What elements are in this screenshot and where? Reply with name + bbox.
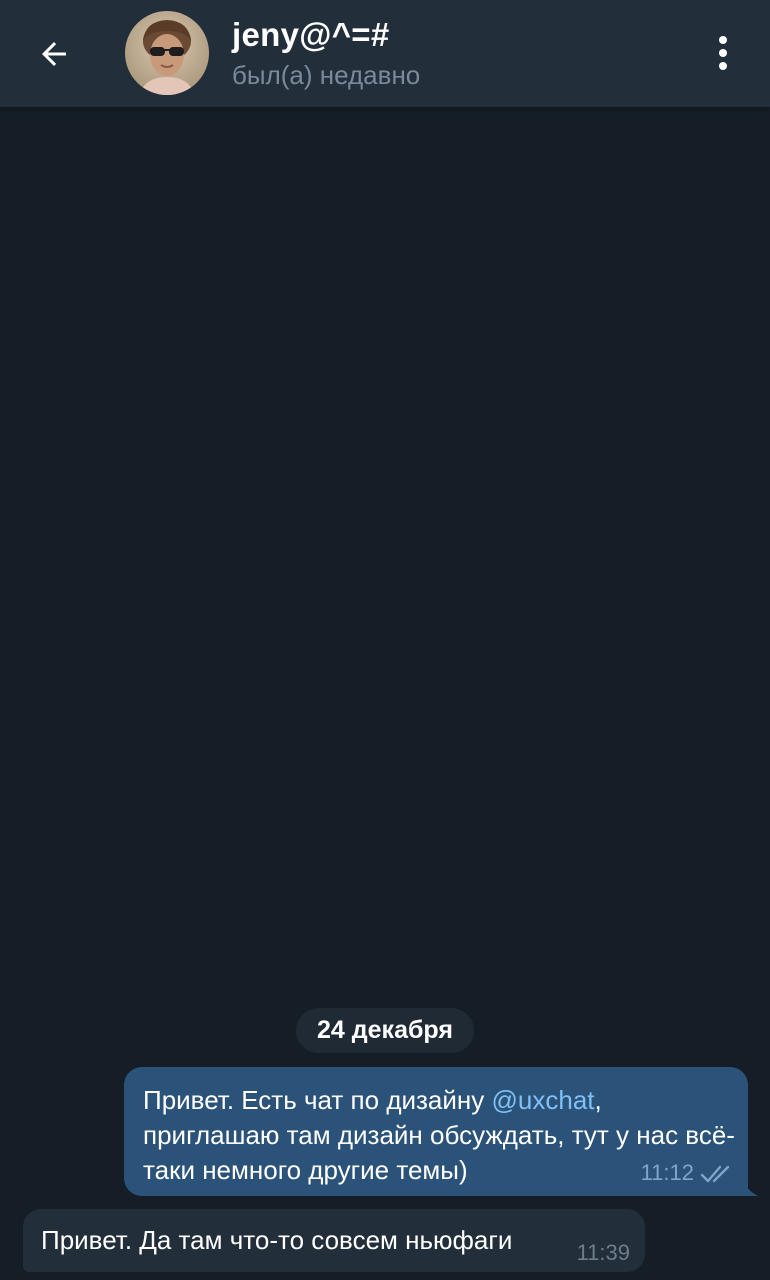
mention-link[interactable]: @uxchat bbox=[492, 1085, 595, 1115]
double-check-icon bbox=[700, 1165, 730, 1183]
avatar[interactable] bbox=[125, 11, 209, 95]
outgoing-message[interactable]: Привет. Есть чат по дизайну @uxchat, при… bbox=[124, 1067, 748, 1196]
arrow-left-icon bbox=[42, 42, 66, 66]
incoming-message[interactable]: Привет. Да там что-то совсем ньюфаги 11:… bbox=[23, 1209, 645, 1272]
more-options-button[interactable] bbox=[700, 28, 746, 78]
bubble-tail bbox=[740, 1176, 758, 1196]
chat-header: jeny@^=# был(а) недавно bbox=[0, 0, 770, 107]
message-time: 11:39 bbox=[576, 1240, 630, 1265]
message-text: Привет. Да там что-то совсем ньюфаги bbox=[41, 1225, 513, 1255]
message-time: 11:12 bbox=[640, 1160, 694, 1185]
chat-title[interactable]: jeny@^=# bbox=[232, 16, 390, 54]
message-text-part: Привет. Есть чат по дизайну bbox=[143, 1085, 492, 1115]
back-button[interactable] bbox=[22, 22, 86, 86]
chat-screen: jeny@^=# был(а) недавно 24 декабря Приве… bbox=[0, 0, 770, 1280]
more-vertical-icon bbox=[719, 36, 727, 70]
last-seen-status: был(а) недавно bbox=[232, 60, 421, 90]
date-separator: 24 декабря bbox=[296, 1008, 474, 1053]
